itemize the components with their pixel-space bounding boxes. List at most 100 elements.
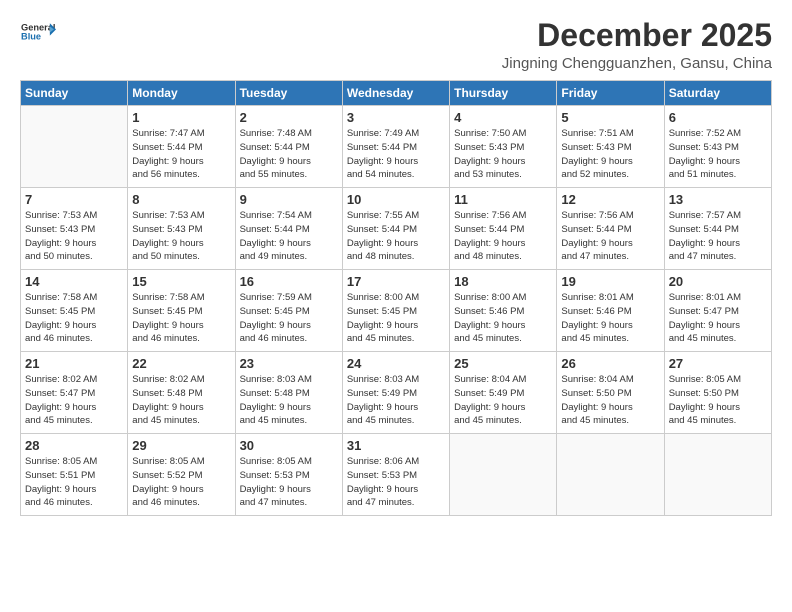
- sunrise-text: Sunrise: 8:05 AM: [240, 455, 338, 469]
- daylight-text: Daylight: 9 hours: [240, 483, 338, 497]
- daylight-text: Daylight: 9 hours: [25, 483, 123, 497]
- calendar-header-monday: Monday: [128, 81, 235, 106]
- day-info: Sunrise: 8:03 AMSunset: 5:49 PMDaylight:…: [347, 373, 445, 428]
- daylight-text: Daylight: 9 hours: [132, 237, 230, 251]
- sunset-text: Sunset: 5:48 PM: [132, 387, 230, 401]
- daylight-text-2: and 45 minutes.: [454, 332, 552, 346]
- sunset-text: Sunset: 5:45 PM: [25, 305, 123, 319]
- sunset-text: Sunset: 5:45 PM: [240, 305, 338, 319]
- daylight-text: Daylight: 9 hours: [25, 237, 123, 251]
- daylight-text: Daylight: 9 hours: [240, 237, 338, 251]
- day-number: 20: [669, 274, 767, 289]
- daylight-text-2: and 45 minutes.: [669, 414, 767, 428]
- sunrise-text: Sunrise: 7:54 AM: [240, 209, 338, 223]
- sunset-text: Sunset: 5:49 PM: [347, 387, 445, 401]
- table-row: 28Sunrise: 8:05 AMSunset: 5:51 PMDayligh…: [21, 434, 128, 516]
- day-number: 27: [669, 356, 767, 371]
- daylight-text-2: and 56 minutes.: [132, 168, 230, 182]
- sunset-text: Sunset: 5:46 PM: [561, 305, 659, 319]
- daylight-text-2: and 46 minutes.: [25, 496, 123, 510]
- day-number: 31: [347, 438, 445, 453]
- table-row: 1Sunrise: 7:47 AMSunset: 5:44 PMDaylight…: [128, 106, 235, 188]
- day-info: Sunrise: 7:48 AMSunset: 5:44 PMDaylight:…: [240, 127, 338, 182]
- sunset-text: Sunset: 5:43 PM: [669, 141, 767, 155]
- day-info: Sunrise: 8:01 AMSunset: 5:46 PMDaylight:…: [561, 291, 659, 346]
- sunrise-text: Sunrise: 8:02 AM: [132, 373, 230, 387]
- table-row: 8Sunrise: 7:53 AMSunset: 5:43 PMDaylight…: [128, 188, 235, 270]
- sunrise-text: Sunrise: 7:56 AM: [561, 209, 659, 223]
- daylight-text: Daylight: 9 hours: [25, 401, 123, 415]
- daylight-text-2: and 47 minutes.: [240, 496, 338, 510]
- sunset-text: Sunset: 5:52 PM: [132, 469, 230, 483]
- daylight-text: Daylight: 9 hours: [669, 319, 767, 333]
- day-number: 15: [132, 274, 230, 289]
- table-row: 10Sunrise: 7:55 AMSunset: 5:44 PMDayligh…: [342, 188, 449, 270]
- day-number: 19: [561, 274, 659, 289]
- daylight-text: Daylight: 9 hours: [561, 401, 659, 415]
- location-subtitle: Jingning Chengguanzhen, Gansu, China: [502, 55, 772, 72]
- table-row: 16Sunrise: 7:59 AMSunset: 5:45 PMDayligh…: [235, 270, 342, 352]
- daylight-text-2: and 49 minutes.: [240, 250, 338, 264]
- sunset-text: Sunset: 5:50 PM: [561, 387, 659, 401]
- daylight-text: Daylight: 9 hours: [347, 401, 445, 415]
- day-number: 5: [561, 110, 659, 125]
- sunset-text: Sunset: 5:47 PM: [25, 387, 123, 401]
- table-row: [664, 434, 771, 516]
- sunset-text: Sunset: 5:44 PM: [240, 141, 338, 155]
- day-number: 21: [25, 356, 123, 371]
- daylight-text-2: and 47 minutes.: [669, 250, 767, 264]
- daylight-text-2: and 45 minutes.: [561, 414, 659, 428]
- sunset-text: Sunset: 5:45 PM: [132, 305, 230, 319]
- calendar-header-tuesday: Tuesday: [235, 81, 342, 106]
- daylight-text-2: and 45 minutes.: [347, 414, 445, 428]
- page: General Blue December 2025 Jingning Chen…: [0, 0, 792, 612]
- header: General Blue December 2025 Jingning Chen…: [20, 18, 772, 72]
- daylight-text: Daylight: 9 hours: [240, 401, 338, 415]
- table-row: 2Sunrise: 7:48 AMSunset: 5:44 PMDaylight…: [235, 106, 342, 188]
- daylight-text: Daylight: 9 hours: [561, 319, 659, 333]
- table-row: 11Sunrise: 7:56 AMSunset: 5:44 PMDayligh…: [450, 188, 557, 270]
- sunset-text: Sunset: 5:44 PM: [132, 141, 230, 155]
- day-number: 14: [25, 274, 123, 289]
- day-info: Sunrise: 7:59 AMSunset: 5:45 PMDaylight:…: [240, 291, 338, 346]
- day-info: Sunrise: 7:49 AMSunset: 5:44 PMDaylight:…: [347, 127, 445, 182]
- table-row: 31Sunrise: 8:06 AMSunset: 5:53 PMDayligh…: [342, 434, 449, 516]
- calendar-header-sunday: Sunday: [21, 81, 128, 106]
- daylight-text-2: and 46 minutes.: [132, 332, 230, 346]
- daylight-text-2: and 46 minutes.: [240, 332, 338, 346]
- daylight-text-2: and 50 minutes.: [25, 250, 123, 264]
- daylight-text-2: and 45 minutes.: [561, 332, 659, 346]
- daylight-text: Daylight: 9 hours: [454, 319, 552, 333]
- daylight-text-2: and 45 minutes.: [132, 414, 230, 428]
- sunset-text: Sunset: 5:46 PM: [454, 305, 552, 319]
- table-row: 22Sunrise: 8:02 AMSunset: 5:48 PMDayligh…: [128, 352, 235, 434]
- day-info: Sunrise: 7:58 AMSunset: 5:45 PMDaylight:…: [25, 291, 123, 346]
- table-row: 9Sunrise: 7:54 AMSunset: 5:44 PMDaylight…: [235, 188, 342, 270]
- day-info: Sunrise: 8:04 AMSunset: 5:50 PMDaylight:…: [561, 373, 659, 428]
- sunrise-text: Sunrise: 8:01 AM: [561, 291, 659, 305]
- day-number: 6: [669, 110, 767, 125]
- daylight-text: Daylight: 9 hours: [669, 237, 767, 251]
- day-number: 17: [347, 274, 445, 289]
- day-info: Sunrise: 8:01 AMSunset: 5:47 PMDaylight:…: [669, 291, 767, 346]
- daylight-text-2: and 51 minutes.: [669, 168, 767, 182]
- day-info: Sunrise: 8:04 AMSunset: 5:49 PMDaylight:…: [454, 373, 552, 428]
- daylight-text-2: and 50 minutes.: [132, 250, 230, 264]
- day-info: Sunrise: 7:47 AMSunset: 5:44 PMDaylight:…: [132, 127, 230, 182]
- day-number: 10: [347, 192, 445, 207]
- day-number: 26: [561, 356, 659, 371]
- sunset-text: Sunset: 5:44 PM: [561, 223, 659, 237]
- daylight-text: Daylight: 9 hours: [132, 155, 230, 169]
- sunset-text: Sunset: 5:53 PM: [240, 469, 338, 483]
- day-info: Sunrise: 8:05 AMSunset: 5:50 PMDaylight:…: [669, 373, 767, 428]
- sunset-text: Sunset: 5:51 PM: [25, 469, 123, 483]
- sunset-text: Sunset: 5:53 PM: [347, 469, 445, 483]
- day-info: Sunrise: 8:02 AMSunset: 5:48 PMDaylight:…: [132, 373, 230, 428]
- month-title: December 2025: [502, 18, 772, 53]
- calendar-header-wednesday: Wednesday: [342, 81, 449, 106]
- sunset-text: Sunset: 5:43 PM: [132, 223, 230, 237]
- day-number: 9: [240, 192, 338, 207]
- sunrise-text: Sunrise: 7:49 AM: [347, 127, 445, 141]
- day-info: Sunrise: 8:05 AMSunset: 5:53 PMDaylight:…: [240, 455, 338, 510]
- day-number: 11: [454, 192, 552, 207]
